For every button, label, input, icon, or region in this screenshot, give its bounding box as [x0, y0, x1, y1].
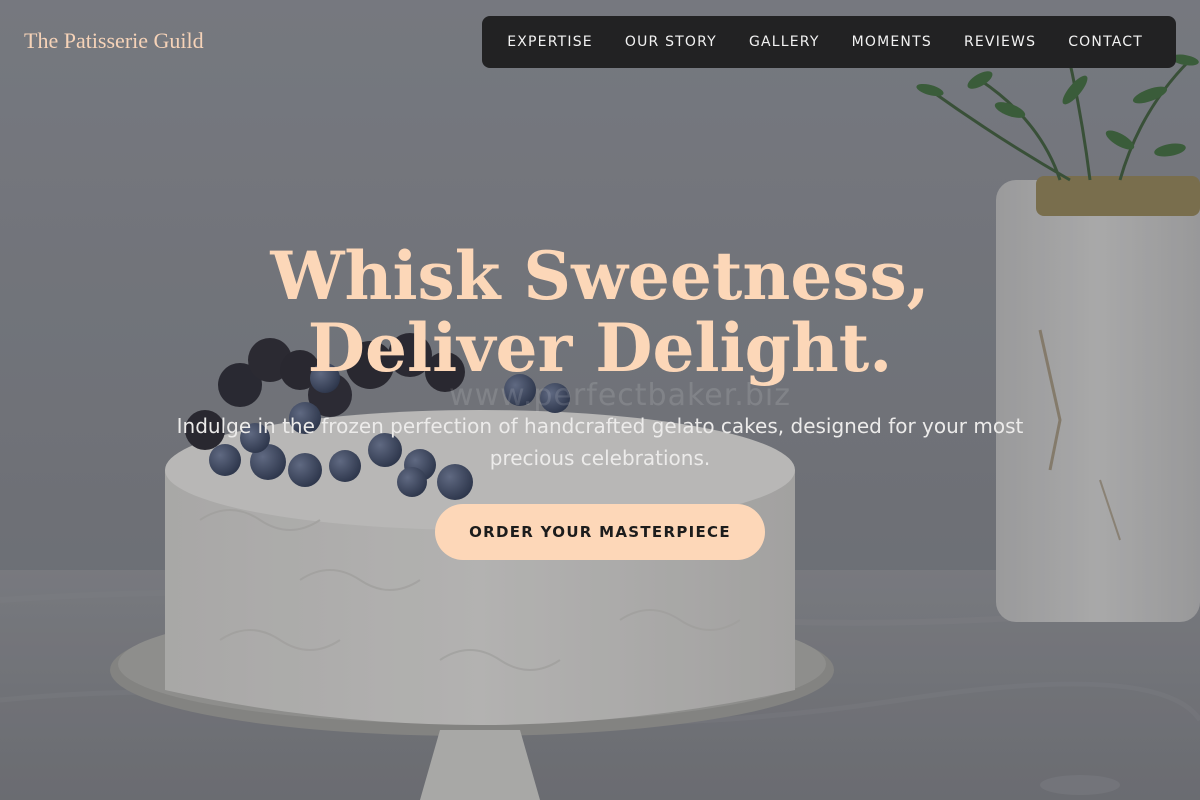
nav-link-reviews[interactable]: REVIEWS: [964, 34, 1036, 50]
hero-subheadline: Indulge in the frozen perfection of hand…: [176, 414, 1024, 470]
hero-section: The Patisserie Guild EXPERTISE OUR STORY…: [0, 0, 1200, 800]
order-masterpiece-button[interactable]: ORDER YOUR MASTERPIECE: [435, 504, 765, 560]
nav-link-expertise[interactable]: EXPERTISE: [507, 34, 593, 50]
nav-link-gallery[interactable]: GALLERY: [749, 34, 820, 50]
brand-logo[interactable]: The Patisserie Guild: [24, 28, 204, 54]
image-watermark: www.perfectbaker.biz: [449, 378, 791, 413]
main-nav: EXPERTISE OUR STORY GALLERY MOMENTS REVI…: [482, 16, 1176, 68]
hero-headline: Whisk Sweetness, Deliver Delight.: [270, 237, 930, 387]
nav-link-contact[interactable]: CONTACT: [1068, 34, 1143, 50]
nav-link-our-story[interactable]: OUR STORY: [625, 34, 717, 50]
nav-link-moments[interactable]: MOMENTS: [852, 34, 932, 50]
